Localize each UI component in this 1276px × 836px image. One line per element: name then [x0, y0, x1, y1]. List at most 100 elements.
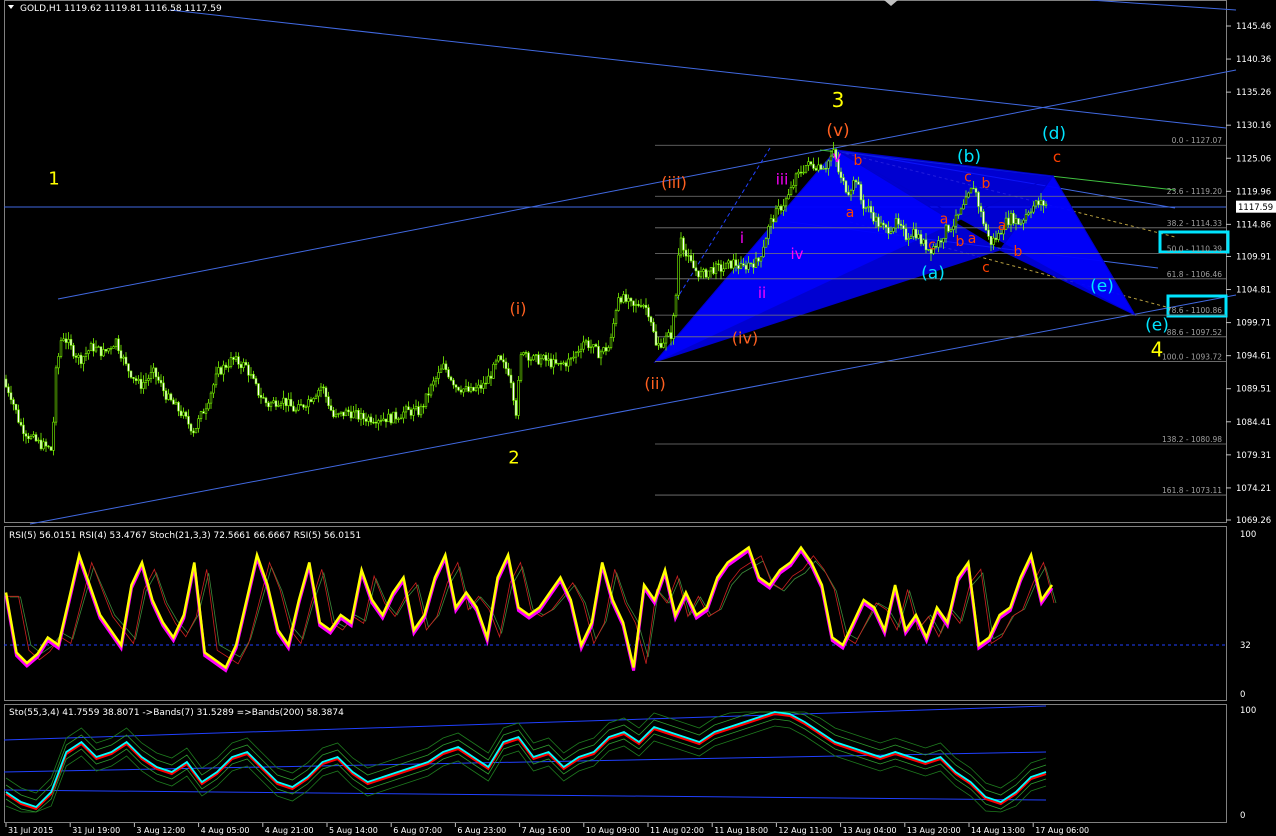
candle-body	[392, 411, 395, 424]
candle-body	[57, 356, 60, 369]
candle-body	[812, 163, 815, 169]
candle-body	[814, 168, 818, 171]
candle-body	[619, 297, 623, 303]
candle-body	[599, 351, 603, 359]
candle-body	[1024, 214, 1028, 221]
candle-body	[817, 164, 820, 171]
candle-body	[489, 375, 493, 379]
candle-body	[559, 362, 563, 365]
candle-body	[277, 404, 280, 407]
candle-body	[652, 321, 655, 332]
candle-body	[704, 269, 708, 278]
candle-body	[269, 402, 273, 408]
candle-body	[119, 350, 123, 359]
candle-body	[627, 297, 630, 302]
wave-label: b	[982, 176, 991, 192]
candle-body	[594, 344, 598, 347]
price-tick-label: 1130.16	[1236, 121, 1271, 131]
candle-body	[997, 233, 1000, 240]
candle-body	[39, 439, 43, 450]
wave-label: (ii)	[644, 374, 665, 393]
candle-body	[772, 218, 775, 223]
candle-body	[404, 406, 408, 413]
candle-body	[114, 338, 118, 347]
wave-label: a	[846, 205, 855, 221]
time-tick-label: 13 Aug 04:00	[843, 826, 897, 835]
candle-body	[972, 187, 975, 190]
wave-label: a	[968, 231, 977, 247]
wave-label: (e)	[1145, 315, 1169, 335]
candle-body	[279, 402, 283, 406]
candle-body	[762, 246, 765, 258]
wave-label: (i)	[510, 299, 527, 318]
candle-body	[649, 316, 653, 323]
time-tick-label: 6 Aug 07:00	[393, 826, 442, 835]
candle-body	[974, 188, 978, 193]
candle-body	[69, 339, 73, 346]
candle-body	[467, 386, 470, 392]
fib-level-label: 100.0 - 1093.72	[1162, 352, 1222, 361]
candle-body	[687, 255, 690, 257]
candle-body	[642, 304, 645, 307]
candle-body	[732, 259, 735, 269]
candle-body	[702, 269, 705, 273]
candle-body	[529, 359, 533, 361]
fib-level-label: 61.8 - 1106.46	[1167, 270, 1222, 279]
candle-body	[967, 192, 970, 198]
candle-body	[307, 399, 310, 408]
candle-body	[159, 380, 163, 384]
candle-body	[582, 341, 585, 350]
candle-body	[387, 413, 390, 423]
candle-body	[189, 423, 193, 432]
candle-body	[719, 264, 723, 272]
candle-body	[534, 354, 538, 357]
candle-body	[242, 362, 245, 368]
wave-label: (b)	[957, 147, 981, 167]
candle-body	[712, 267, 715, 274]
candle-body	[549, 358, 553, 368]
candle-body	[357, 410, 360, 420]
candle-body	[492, 364, 495, 379]
candle-body	[354, 410, 358, 413]
candle-body	[94, 346, 98, 352]
candle-body	[892, 227, 895, 232]
candle-body	[714, 263, 718, 274]
candle-body	[597, 346, 600, 359]
time-tick-label: 12 Aug 11:00	[778, 826, 832, 835]
candle-body	[939, 240, 943, 243]
fib-level-label: 138.2 - 1080.98	[1162, 435, 1222, 444]
candle-body	[212, 384, 215, 394]
candle-body	[507, 368, 510, 376]
price-tick-label: 1099.71	[1236, 319, 1271, 329]
candle-body	[639, 305, 643, 307]
candle-body	[964, 196, 968, 205]
candle-body	[842, 177, 845, 182]
candle-body	[237, 356, 240, 365]
candle-body	[794, 173, 798, 186]
candle-body	[179, 410, 183, 416]
candle-body	[157, 376, 160, 381]
candle-body	[722, 268, 725, 272]
header-dropdown-icon[interactable]	[8, 5, 14, 9]
candle-body	[909, 236, 913, 239]
candle-body	[672, 315, 675, 339]
time-tick-label: 10 Aug 09:00	[586, 826, 640, 835]
top-right-line	[1089, 0, 1237, 11]
candle-body	[494, 360, 498, 365]
candle-body	[134, 378, 138, 381]
wave-label: iv	[790, 245, 803, 263]
candle-body	[824, 168, 828, 170]
candle-body	[197, 418, 200, 429]
candle-body	[724, 262, 728, 270]
candle-body	[432, 380, 435, 386]
lower-channel-line	[29, 294, 1237, 525]
candle-body	[664, 335, 668, 344]
band-line-bottom	[3, 789, 1047, 801]
candle-body	[359, 412, 363, 420]
time-tick-label: 14 Aug 13:00	[971, 826, 1025, 835]
wave-label: (e)	[1090, 277, 1114, 297]
candle-body	[622, 294, 625, 303]
time-tick-label: 31 Jul 2015	[8, 826, 53, 835]
candle-body	[807, 161, 810, 166]
candle-body	[42, 441, 45, 450]
